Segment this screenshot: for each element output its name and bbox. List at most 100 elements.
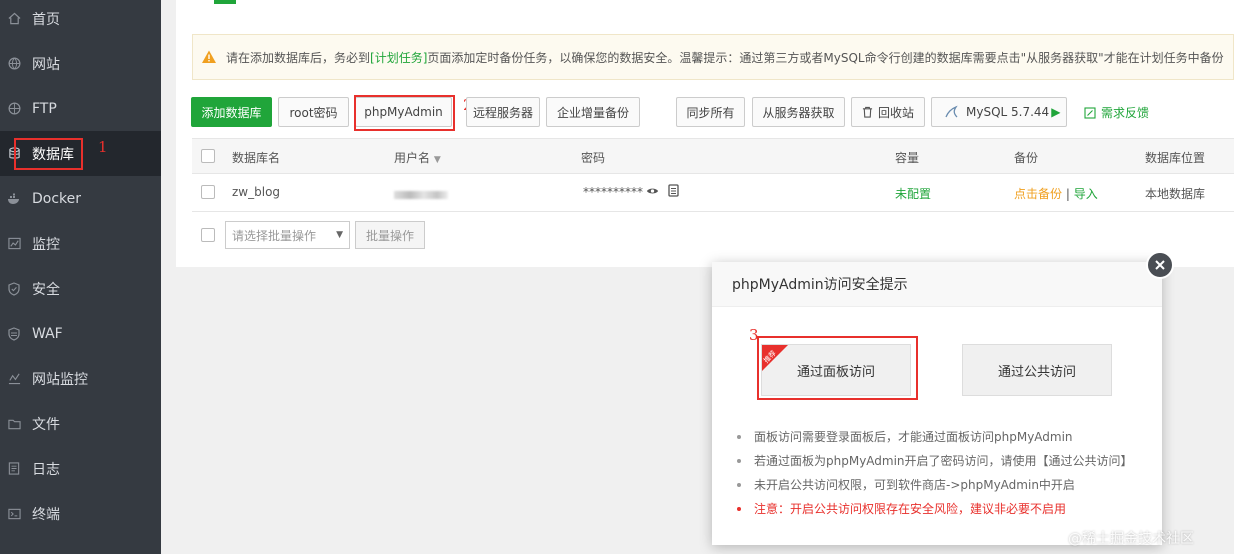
sidebar-item-waf[interactable]: WAF bbox=[0, 311, 161, 356]
sidebar-item-terminal[interactable]: 终端 bbox=[0, 491, 161, 536]
dialog-title: phpMyAdmin访问安全提示 bbox=[712, 262, 1162, 307]
select-all-checkbox[interactable] bbox=[201, 149, 215, 163]
database-name: zw_blog bbox=[232, 185, 281, 199]
note-item: 若通过面板为phpMyAdmin开启了密码访问，请使用【通过公共访问】 bbox=[737, 452, 1133, 476]
ftp-globe-icon bbox=[7, 102, 21, 116]
sidebar-item-label: 监控 bbox=[32, 236, 60, 253]
batch-select-placeholder: 请选择批量操作 bbox=[232, 228, 317, 243]
copy-icon[interactable] bbox=[668, 184, 679, 200]
blurred-username bbox=[394, 188, 448, 202]
fetch-from-server-button[interactable]: 从服务器获取 bbox=[752, 97, 845, 127]
col-header-user-label: 用户名 bbox=[394, 151, 431, 165]
capacity-status[interactable]: 未配置 bbox=[895, 185, 931, 202]
sidebar-item-logs[interactable]: 日志 bbox=[0, 446, 161, 491]
recycle-bin-button[interactable]: 回收站 bbox=[851, 97, 925, 127]
edit-icon bbox=[1084, 106, 1096, 119]
sort-caret-icon: ▼ bbox=[433, 155, 441, 165]
col-header-capacity: 容量 bbox=[895, 151, 920, 165]
backup-warning-banner: 请在添加数据库后，务必到 [计划任务] 页面添加定时备份任务，以确保您的数据安全… bbox=[192, 34, 1234, 80]
feedback-label: 需求反馈 bbox=[1101, 106, 1150, 120]
site-monitor-icon bbox=[7, 372, 21, 386]
terminal-icon bbox=[7, 507, 21, 521]
dialog-notes: 面板访问需要登录面板后，才能通过面板访问phpMyAdmin 若通过面板为php… bbox=[737, 428, 1133, 524]
password-masked: ********** bbox=[583, 185, 643, 199]
sidebar-item-website[interactable]: 网站 bbox=[0, 41, 161, 86]
add-database-button[interactable]: 添加数据库 bbox=[191, 97, 272, 127]
batch-select-all-checkbox[interactable] bbox=[201, 228, 215, 242]
sidebar-item-label: 安全 bbox=[32, 281, 60, 298]
sidebar-item-label: WAF bbox=[32, 325, 63, 342]
batch-operation-button[interactable]: 批量操作 bbox=[355, 221, 425, 249]
active-tab-indicator bbox=[214, 0, 236, 4]
recycle-bin-label: 回收站 bbox=[877, 105, 914, 120]
sync-all-button[interactable]: 同步所有 bbox=[676, 97, 745, 127]
globe-icon bbox=[7, 57, 21, 71]
sidebar-item-label: 网站监控 bbox=[32, 371, 88, 388]
note-item: 面板访问需要登录面板后，才能通过面板访问phpMyAdmin bbox=[737, 428, 1133, 452]
backup-link[interactable]: 点击备份 bbox=[1014, 187, 1062, 201]
col-header-backup: 备份 bbox=[1014, 151, 1039, 165]
warning-text-prefix: 请在添加数据库后，务必到 bbox=[226, 50, 371, 65]
action-separator: | bbox=[1065, 187, 1070, 201]
sidebar-item-label: 首页 bbox=[32, 11, 60, 28]
col-header-user[interactable]: 用户名 ▼ bbox=[394, 149, 441, 166]
mysql-dolphin-icon bbox=[945, 105, 958, 118]
sidebar-item-files[interactable]: 文件 bbox=[0, 401, 161, 446]
shield-icon bbox=[7, 281, 21, 296]
sidebar-item-ftp[interactable]: FTP bbox=[0, 86, 161, 131]
sidebar-item-label: FTP bbox=[32, 100, 57, 117]
play-arrow-icon: ▶ bbox=[1051, 105, 1061, 119]
close-icon bbox=[1155, 260, 1165, 270]
public-access-label: 通过公共访问 bbox=[997, 364, 1076, 380]
cron-task-link[interactable]: [计划任务] bbox=[370, 49, 427, 66]
docker-icon bbox=[7, 192, 21, 206]
danger-note-item: 注意：开启公共访问权限存在安全风险，建议非必要不启用 bbox=[737, 500, 1133, 524]
import-link[interactable]: 导入 bbox=[1074, 187, 1098, 201]
backup-actions: 点击备份 | 导入 bbox=[1014, 185, 1098, 202]
warning-text-suffix: 页面添加定时备份任务，以确保您的数据安全。温馨提示：通过第三方或者MySQL命令… bbox=[427, 50, 1224, 65]
table-row: zw_blog ********** 未配置 点击备份 | 导入 本地数据库 bbox=[192, 174, 1234, 212]
batch-operation-select[interactable]: 请选择批量操作 ▼ bbox=[225, 221, 350, 249]
watermark: @稀土掘金技术社区 bbox=[1068, 531, 1194, 547]
row-checkbox[interactable] bbox=[201, 185, 215, 199]
sidebar-item-site-monitor[interactable]: 网站监控 bbox=[0, 356, 161, 401]
remote-server-button[interactable]: 远程服务器 bbox=[466, 97, 540, 127]
feedback-link[interactable]: 需求反馈 bbox=[1084, 104, 1149, 121]
mysql-version-label: MySQL 5.7.44 bbox=[966, 105, 1050, 119]
annotation-box-database bbox=[14, 138, 83, 170]
public-access-button[interactable]: 通过公共访问 bbox=[962, 344, 1112, 396]
mysql-version-button[interactable]: MySQL 5.7.44 ▶ bbox=[931, 97, 1067, 127]
home-icon bbox=[7, 12, 21, 26]
sidebar-item-label: 网站 bbox=[32, 56, 60, 73]
sidebar: 首页 网站 FTP 数据库 Docker 监控 安全 WAF 网站监控 文件 日… bbox=[0, 0, 161, 554]
dialog-close-button[interactable] bbox=[1146, 251, 1174, 279]
annotation-box-panel-access bbox=[757, 336, 918, 400]
enterprise-backup-button[interactable]: 企业增量备份 bbox=[546, 97, 640, 127]
col-header-location: 数据库位置 bbox=[1145, 151, 1206, 165]
sidebar-item-home[interactable]: 首页 bbox=[0, 0, 161, 41]
sidebar-item-label: 文件 bbox=[32, 416, 60, 433]
database-location: 本地数据库 bbox=[1145, 187, 1206, 201]
col-header-password: 密码 bbox=[581, 151, 606, 165]
waf-shield-icon bbox=[7, 326, 21, 341]
note-item: 未开启公共访问权限，可到软件商店->phpMyAdmin中开启 bbox=[737, 476, 1133, 500]
annotation-box-phpmyadmin bbox=[354, 95, 455, 131]
table-header: 数据库名 用户名 ▼ 密码 容量 备份 数据库位置 bbox=[192, 138, 1234, 174]
monitor-chart-icon bbox=[7, 237, 21, 251]
annotation-number-1: 1 bbox=[98, 138, 108, 156]
sidebar-item-monitor[interactable]: 监控 bbox=[0, 221, 161, 266]
root-password-button[interactable]: root密码 bbox=[278, 97, 349, 127]
trash-icon bbox=[862, 106, 873, 118]
warning-icon bbox=[202, 50, 216, 63]
sidebar-item-security[interactable]: 安全 bbox=[0, 266, 161, 311]
log-icon bbox=[7, 462, 21, 476]
folder-icon bbox=[7, 417, 21, 431]
sidebar-item-docker[interactable]: Docker bbox=[0, 176, 161, 221]
sidebar-item-label: 日志 bbox=[32, 461, 60, 478]
sidebar-item-label: Docker bbox=[32, 190, 82, 207]
annotation-number-3: 3 bbox=[749, 326, 759, 344]
chevron-down-icon: ▼ bbox=[336, 230, 343, 240]
eye-icon[interactable] bbox=[646, 185, 659, 199]
col-header-name: 数据库名 bbox=[232, 151, 281, 165]
sidebar-item-label: 终端 bbox=[32, 506, 60, 523]
